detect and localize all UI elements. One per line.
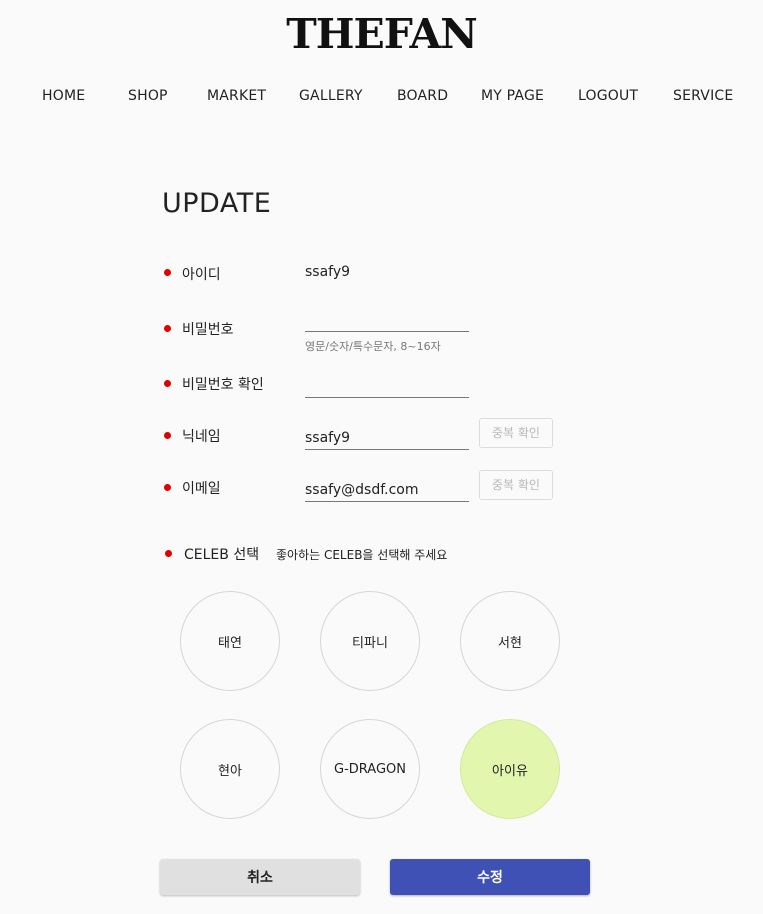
celeb-option-hyuna[interactable]: 현아	[180, 719, 280, 819]
celeb-hint: 좋아하는 CELEB을 선택해 주세요	[276, 548, 448, 562]
nickname-label: 닉네임	[182, 429, 221, 445]
nickname-check-button[interactable]: 중복 확인	[479, 418, 553, 448]
celeb-option-taeyeon[interactable]: 태연	[180, 591, 280, 691]
password-label: 비밀번호	[182, 322, 234, 338]
nav-item-gallery[interactable]: GALLERY	[299, 88, 363, 104]
cancel-button[interactable]: 취소	[160, 859, 360, 895]
celeb-option-tiffany[interactable]: 티파니	[320, 591, 420, 691]
main-nav: HOME SHOP MARKET GALLERY BOARD MY PAGE L…	[0, 88, 763, 108]
required-dot	[164, 484, 171, 491]
password-hint: 영문/숫자/특수문자, 8~16자	[305, 340, 441, 353]
nav-item-service[interactable]: SERVICE	[673, 88, 733, 104]
celeb-option-label: 티파니	[352, 635, 388, 651]
celeb-option-iu[interactable]: 아이유	[460, 719, 560, 819]
id-label: 아이디	[182, 267, 221, 283]
nav-item-home[interactable]: HOME	[42, 88, 85, 104]
email-label: 이메일	[182, 481, 221, 497]
required-dot	[164, 380, 171, 387]
required-dot	[164, 325, 171, 332]
required-dot	[164, 269, 171, 276]
update-page: THEFAN HOME SHOP MARKET GALLERY BOARD MY…	[0, 0, 763, 914]
email-input[interactable]	[305, 479, 469, 502]
password-input[interactable]	[305, 309, 469, 332]
nav-item-board[interactable]: BOARD	[397, 88, 448, 104]
celeb-option-label: 서현	[498, 635, 522, 651]
nav-item-my-page[interactable]: MY PAGE	[481, 88, 544, 104]
submit-button[interactable]: 수정	[390, 859, 590, 895]
celeb-option-label: 아이유	[492, 763, 528, 779]
nav-item-market[interactable]: MARKET	[207, 88, 266, 104]
nav-item-logout[interactable]: LOGOUT	[578, 88, 638, 104]
password-confirm-input[interactable]	[305, 375, 469, 398]
email-check-button[interactable]: 중복 확인	[479, 470, 553, 500]
password-confirm-label: 비밀번호 확인	[182, 377, 264, 393]
nav-item-shop[interactable]: SHOP	[128, 88, 168, 104]
celeb-option-label: 현아	[218, 763, 242, 779]
required-dot	[165, 550, 172, 557]
celeb-option-g-dragon[interactable]: G-DRAGON	[320, 719, 420, 819]
celeb-option-label: 태연	[218, 635, 242, 651]
nickname-input[interactable]	[305, 427, 469, 450]
brand-logo[interactable]: THEFAN	[0, 10, 763, 58]
celeb-option-seohyun[interactable]: 서현	[460, 591, 560, 691]
celeb-option-label: G-DRAGON	[334, 761, 406, 777]
celeb-label: CELEB 선택	[184, 547, 260, 563]
page-title: UPDATE	[162, 188, 272, 219]
required-dot	[164, 432, 171, 439]
id-value: ssafy9	[305, 264, 351, 280]
